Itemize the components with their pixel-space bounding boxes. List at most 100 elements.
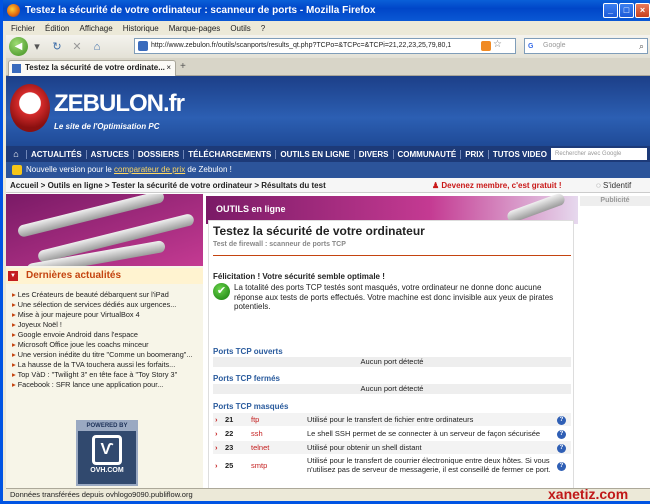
congrats-message: Félicitation ! Votre sécurité semble opt…	[213, 272, 385, 281]
rss-icon[interactable]	[481, 41, 491, 51]
news-item[interactable]: Google envoie Android dans l'espace	[12, 330, 202, 340]
breadcrumb[interactable]: Accueil > Outils en ligne > Tester la sé…	[10, 181, 326, 190]
news-item[interactable]: Les Créateurs de beauté débarquent sur l…	[12, 290, 202, 300]
news-item[interactable]: Une sélection de services dédiés aux urg…	[12, 300, 202, 310]
site-tagline: Le site de l'Optimisation PC	[54, 122, 160, 131]
news-item[interactable]: Facebook : SFR lance une application pou…	[12, 380, 202, 390]
news-item[interactable]: Top VàD : "Twilight 3" en tête face à "T…	[12, 370, 202, 380]
zebulon-mascot-icon	[10, 84, 50, 132]
menu-historique[interactable]: Historique	[123, 24, 159, 33]
chevron-right-icon: ›	[213, 426, 223, 441]
help-cell: ?	[555, 440, 571, 455]
menu-affichage[interactable]: Affichage	[79, 24, 112, 33]
news-item[interactable]: Joyeux Noël !	[12, 320, 202, 330]
nav-dossiers[interactable]: DOSSIERS	[132, 149, 183, 159]
firefox-icon	[7, 4, 20, 17]
tab-active[interactable]: Testez la sécurité de votre ordinate... …	[8, 60, 176, 76]
help-icon[interactable]: ?	[557, 416, 566, 425]
news-section-title: Dernières actualités	[26, 270, 122, 281]
help-icon[interactable]: ?	[557, 430, 566, 439]
maximize-button[interactable]: □	[619, 3, 634, 18]
site-logo[interactable]: ZEBULON.fr	[54, 90, 185, 118]
port-service: telnet	[249, 440, 305, 455]
chevron-right-icon: ›	[213, 413, 223, 427]
search-placeholder: Google	[543, 42, 566, 49]
powered-by-label: POWERED BY	[78, 422, 136, 431]
chevron-right-icon: ›	[213, 440, 223, 455]
nav-tutos-video[interactable]: TUTOS VIDEO	[487, 149, 551, 159]
arrow-down-icon: ▼	[8, 271, 18, 281]
close-tab-icon[interactable]: ×	[166, 61, 171, 75]
nav-astuces[interactable]: ASTUCES	[85, 149, 133, 159]
menu-marque-pages[interactable]: Marque-pages	[169, 24, 221, 33]
member-link[interactable]: ♟ Devenez membre, c'est gratuit !	[432, 178, 562, 193]
divider	[213, 255, 571, 256]
help-icon[interactable]: ?	[557, 444, 566, 453]
help-cell: ?	[555, 454, 571, 476]
open-ports-title: Ports TCP ouverts	[213, 347, 283, 356]
home-icon[interactable]: ⌂	[90, 40, 104, 54]
ovh-badge[interactable]: POWERED BY Ѵ OVH.COM	[76, 420, 138, 486]
nav-telechargements[interactable]: TÉLÉCHARGEMENTS	[183, 149, 275, 159]
table-row: › 23 telnet Utilisé pour obtenir un shel…	[213, 440, 571, 455]
reload-icon[interactable]: ↻	[50, 40, 64, 54]
site-search-input[interactable]: Rechercher avec Google	[551, 148, 647, 160]
google-icon: G	[528, 43, 534, 50]
nav-prix[interactable]: PRIX	[460, 149, 488, 159]
minimize-button[interactable]: _	[603, 3, 618, 18]
port-service: ssh	[249, 426, 305, 441]
close-window-button[interactable]: ×	[635, 3, 650, 18]
site-favicon-icon	[138, 41, 148, 51]
port-description: Utilisé pour obtenir un shell distant	[305, 440, 555, 455]
new-tab-button[interactable]: +	[180, 61, 186, 72]
search-input[interactable]: G Google ⌕	[524, 38, 648, 54]
help-icon[interactable]: ?	[557, 461, 566, 471]
nav-outils-en-ligne[interactable]: OUTILS EN LIGNE	[275, 149, 353, 159]
ad-label: Publicité	[580, 196, 650, 206]
stop-icon[interactable]: ✕	[70, 40, 84, 54]
person-icon: ♟	[432, 181, 442, 190]
main-navigation: ⌂ ACTUALITÉS ASTUCES DOSSIERS TÉLÉCHARGE…	[6, 146, 650, 162]
right-column: Publicité	[580, 194, 650, 488]
page-title: Testez la sécurité de votre ordinateur	[213, 224, 425, 238]
nav-communaute[interactable]: COMMUNAUTÉ	[392, 149, 461, 159]
port-service: smtp	[249, 454, 305, 476]
back-arrow-icon[interactable]: ◀	[9, 37, 28, 56]
login-link[interactable]: ◌ S'identif	[596, 178, 631, 193]
port-number: 25	[223, 454, 249, 476]
watermark: xanetiz.com	[548, 486, 629, 502]
search-icon[interactable]: ⌕	[639, 39, 644, 53]
news-item[interactable]: Mise à jour majeure pour VirtualBox 4	[12, 310, 202, 320]
url-text: http://www.zebulon.fr/outils/scanports/r…	[151, 42, 452, 49]
table-row: › 21 ftp Utilisé pour le transfert de fi…	[213, 413, 571, 427]
closed-ports-title: Ports TCP fermés	[213, 374, 280, 383]
tab-bar: Testez la sécurité de votre ordinate... …	[6, 58, 650, 76]
left-sidebar: ▼ Dernières actualités Les Créateurs de …	[6, 194, 203, 488]
url-input[interactable]: http://www.zebulon.fr/outils/scanports/r…	[134, 38, 516, 54]
news-item[interactable]: Microsoft Office joue les coachs minceur	[12, 340, 202, 350]
news-item[interactable]: Une version inédite du titre "Comme un b…	[12, 350, 202, 360]
port-description: Utilisé pour le transfert de fichier ent…	[305, 413, 555, 427]
menu-edition[interactable]: Édition	[45, 24, 69, 33]
promo-link[interactable]: comparateur de prix	[114, 165, 185, 174]
menu-bar: Fichier Édition Affichage Historique Mar…	[6, 21, 650, 35]
menu-outils[interactable]: Outils	[230, 24, 250, 33]
login-icon: ◌	[596, 181, 603, 190]
nav-divers[interactable]: DIVERS	[353, 149, 393, 159]
bookmark-star-icon[interactable]: ☆	[493, 39, 502, 50]
home-nav-icon[interactable]: ⌂	[10, 148, 22, 160]
help-cell: ?	[555, 426, 571, 441]
news-item[interactable]: La hausse de la TVA touchera aussi les f…	[12, 360, 202, 370]
browser-window: Testez la sécurité de votre ordinateur :…	[0, 0, 650, 504]
menu-help[interactable]: ?	[261, 24, 265, 33]
table-row: › 22 ssh Le shell SSH permet de se conne…	[213, 426, 571, 441]
port-number: 22	[223, 426, 249, 441]
dropdown-arrow-icon[interactable]: ▾	[30, 40, 44, 54]
nav-actualites[interactable]: ACTUALITÉS	[26, 149, 86, 159]
masked-ports-title: Ports TCP masqués	[213, 402, 289, 411]
port-number: 21	[223, 413, 249, 427]
menu-fichier[interactable]: Fichier	[11, 24, 35, 33]
navigation-toolbar: ◀ ▾ ↻ ✕ ⌂ http://www.zebulon.fr/outils/s…	[6, 35, 650, 58]
closed-ports-none: Aucun port détecté	[213, 384, 571, 394]
tools-banner-label: OUTILS en ligne	[216, 204, 286, 214]
